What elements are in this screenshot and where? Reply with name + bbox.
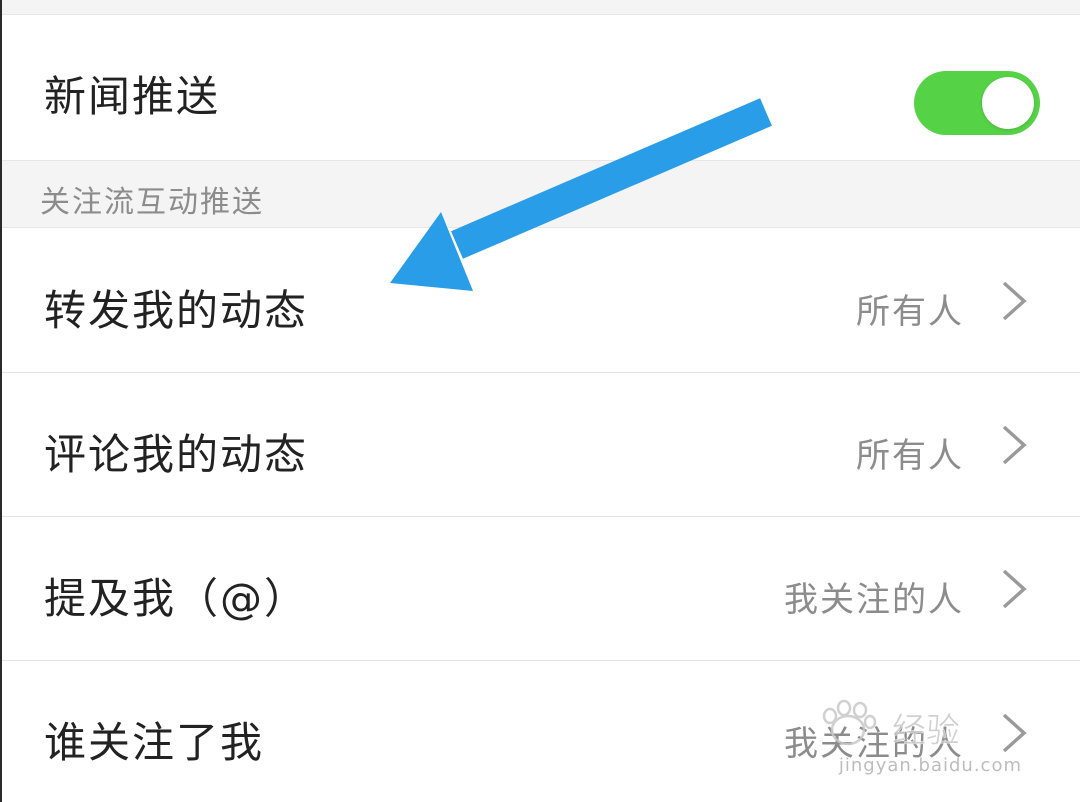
list-item-label: 提及我（@） (44, 574, 309, 623)
news-push-row: 新闻推送 (2, 15, 1080, 160)
list-item-value: 所有人 (856, 436, 964, 476)
list-item-mention[interactable]: 提及我（@） 我关注的人 (2, 517, 1080, 660)
list-item-value: 我关注的人 (784, 580, 964, 620)
list-item-comment[interactable]: 评论我的动态 所有人 (2, 373, 1080, 516)
watermark-url: jingyan.baidu.com (838, 755, 1022, 776)
toggle-knob (982, 77, 1034, 129)
svg-text:经验: 经验 (892, 711, 960, 751)
top-strip (2, 0, 1080, 15)
chevron-right-icon (1002, 281, 1027, 321)
news-push-toggle[interactable] (914, 71, 1040, 135)
list-item-repost[interactable]: 转发我的动态 所有人 (2, 229, 1080, 372)
list-item-label: 谁关注了我 (44, 718, 265, 767)
chevron-right-icon (1002, 569, 1027, 609)
section-header-label: 关注流互动推送 (40, 185, 264, 220)
news-push-label: 新闻推送 (44, 72, 221, 121)
list-item-label: 转发我的动态 (44, 286, 309, 335)
settings-page: 新闻推送 关注流互动推送 转发我的动态 所有人 评论我的动态 所有人 提及我（@… (0, 0, 1080, 802)
section-header: 关注流互动推送 (2, 160, 1080, 228)
list-item-label: 评论我的动态 (44, 430, 309, 479)
list-item-value: 所有人 (856, 292, 964, 332)
chevron-right-icon (1002, 425, 1027, 465)
